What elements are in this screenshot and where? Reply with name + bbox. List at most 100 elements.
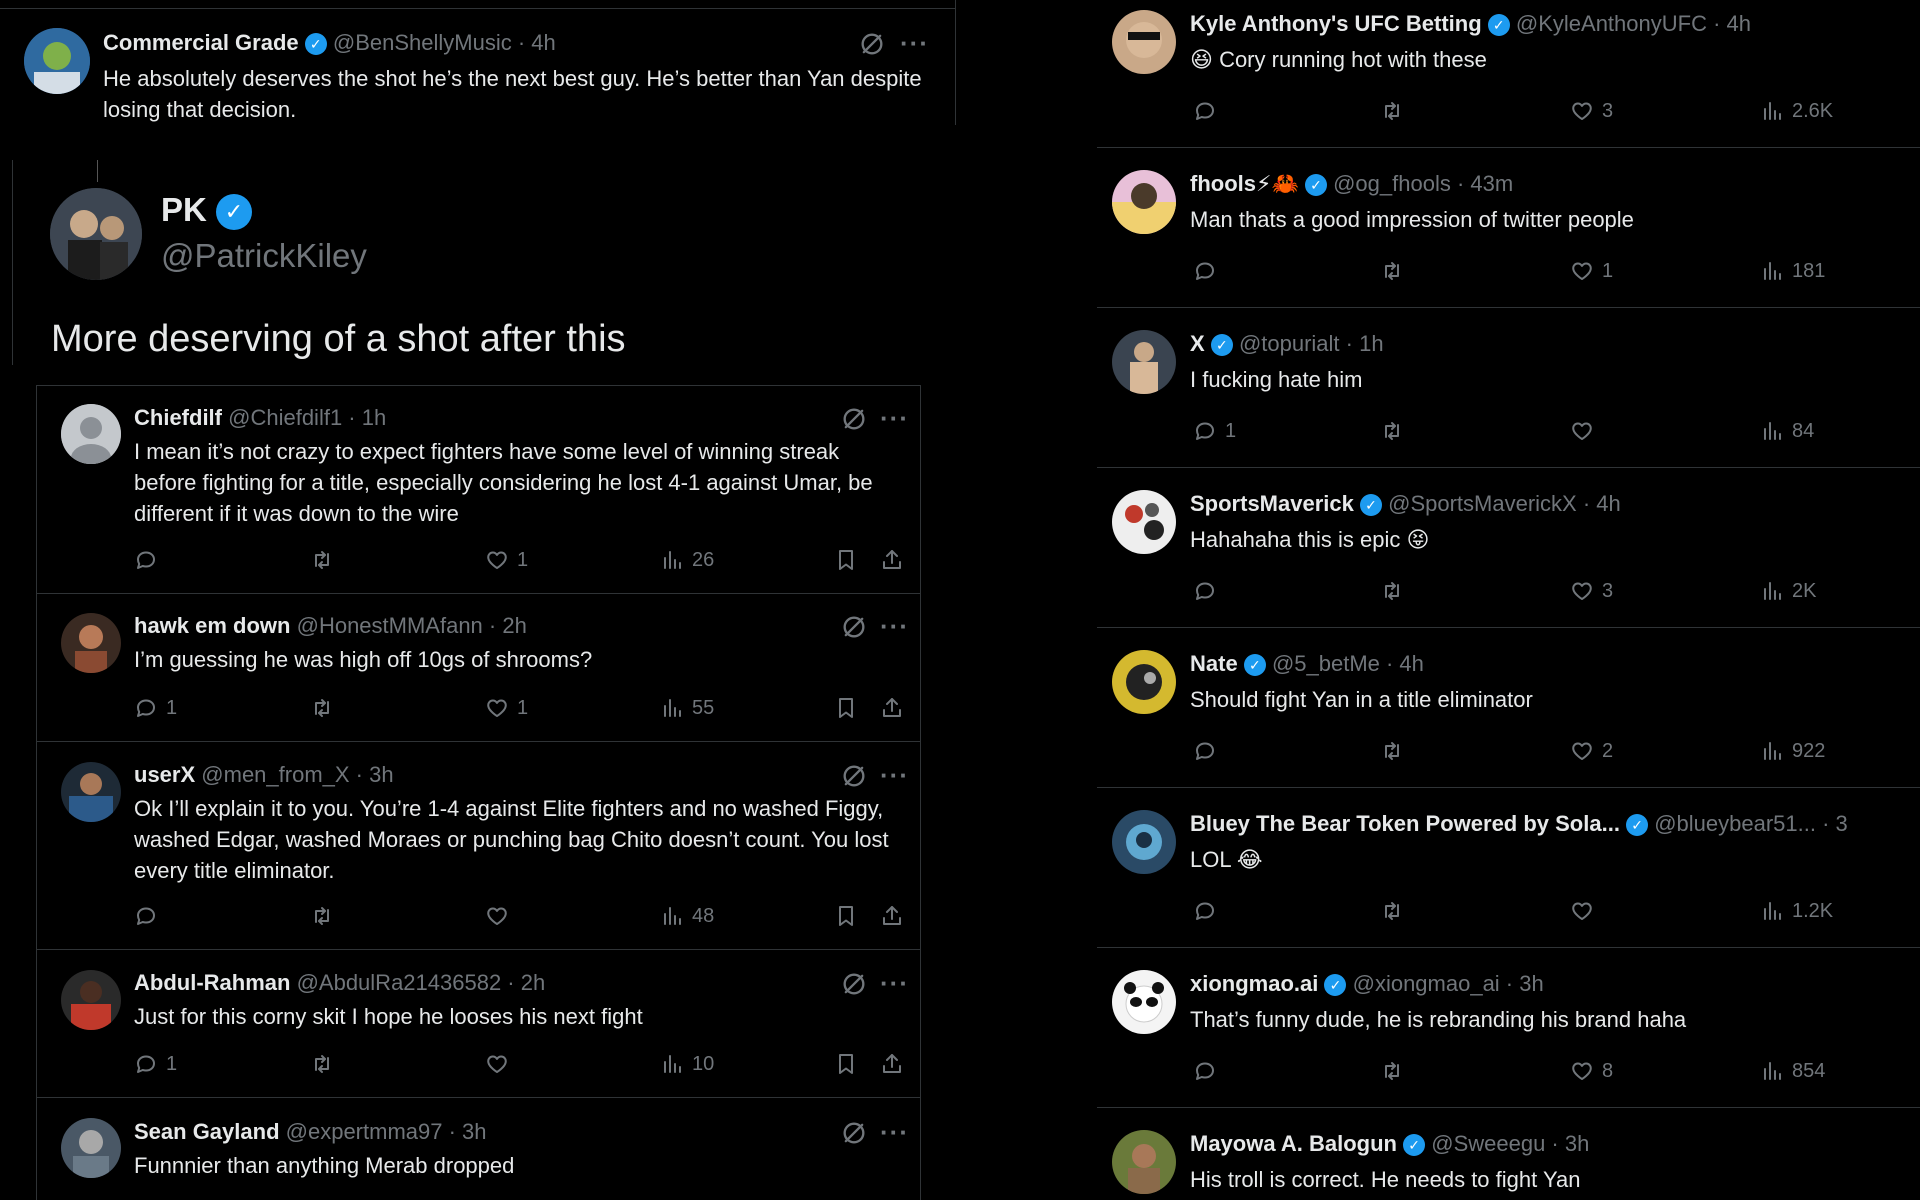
- views-button[interactable]: 55: [660, 696, 714, 720]
- display-name[interactable]: Sean Gayland: [134, 1119, 280, 1144]
- avatar[interactable]: [1112, 490, 1176, 554]
- more-icon[interactable]: ···: [900, 30, 929, 56]
- handle-time[interactable]: @expertmma97 · 3h: [286, 1119, 487, 1144]
- views-button[interactable]: 48: [660, 904, 714, 928]
- reply-button[interactable]: [134, 904, 166, 928]
- display-name[interactable]: Mayowa A. Balogun: [1190, 1131, 1397, 1156]
- grok-icon[interactable]: [840, 762, 868, 790]
- reply-button[interactable]: 1: [134, 1052, 177, 1076]
- display-name[interactable]: X: [1190, 331, 1205, 356]
- like-button[interactable]: 3: [1570, 579, 1613, 603]
- bookmark-button[interactable]: [834, 1052, 858, 1076]
- handle-time[interactable]: @xiongmao_ai · 3h: [1353, 971, 1544, 996]
- handle-time[interactable]: @AbdulRa21436582 · 2h: [297, 970, 546, 995]
- display-name[interactable]: fhools: [1190, 171, 1256, 196]
- share-button[interactable]: [880, 904, 904, 928]
- avatar[interactable]: [61, 762, 121, 822]
- reply-button[interactable]: [1193, 579, 1217, 603]
- display-name[interactable]: Abdul-Rahman: [134, 970, 290, 995]
- display-name[interactable]: hawk em down: [134, 613, 290, 638]
- display-name[interactable]: Nate: [1190, 651, 1238, 676]
- like-button[interactable]: 1: [1570, 259, 1613, 283]
- more-icon[interactable]: ···: [880, 762, 909, 788]
- quoted-display-name[interactable]: PK: [161, 191, 207, 228]
- grok-icon[interactable]: [840, 970, 868, 998]
- avatar[interactable]: [1112, 330, 1176, 394]
- views-button[interactable]: 84: [1760, 419, 1814, 443]
- avatar[interactable]: [61, 1118, 121, 1178]
- avatar[interactable]: [1112, 170, 1176, 234]
- grok-icon[interactable]: [840, 613, 868, 641]
- handle-time[interactable]: @Chiefdilf1 · 1h: [228, 405, 386, 430]
- views-button[interactable]: 26: [660, 548, 714, 572]
- views-button[interactable]: 2.6K: [1760, 99, 1833, 123]
- avatar[interactable]: [61, 970, 121, 1030]
- retweet-button[interactable]: [310, 696, 334, 720]
- bookmark-button[interactable]: [834, 548, 858, 572]
- display-name[interactable]: Kyle Anthony's UFC Betting: [1190, 11, 1482, 36]
- like-button[interactable]: 2: [1570, 739, 1613, 763]
- grok-icon[interactable]: [858, 30, 886, 58]
- handle-time[interactable]: @og_fhools · 43m: [1333, 171, 1513, 196]
- retweet-button[interactable]: [1380, 259, 1404, 283]
- handle-time[interactable]: @KyleAnthonyUFC · 4h: [1516, 11, 1751, 36]
- like-button[interactable]: 3: [1570, 99, 1613, 123]
- views-button[interactable]: 854: [1760, 1059, 1825, 1083]
- like-button[interactable]: [1570, 899, 1594, 923]
- more-icon[interactable]: ···: [880, 970, 909, 996]
- display-name[interactable]: userX: [134, 762, 195, 787]
- reply-button[interactable]: 1: [134, 696, 177, 720]
- quoted-avatar[interactable]: [50, 188, 142, 280]
- retweet-button[interactable]: [1380, 579, 1404, 603]
- reply-button[interactable]: [1193, 259, 1217, 283]
- bookmark-button[interactable]: [834, 696, 858, 720]
- quoted-handle[interactable]: @PatrickKiley: [161, 236, 367, 276]
- grok-icon[interactable]: [840, 1119, 868, 1147]
- avatar[interactable]: [1112, 970, 1176, 1034]
- views-button[interactable]: 922: [1760, 739, 1825, 763]
- avatar[interactable]: [1112, 10, 1176, 74]
- views-button[interactable]: 2K: [1760, 579, 1816, 603]
- like-button[interactable]: 1: [485, 696, 528, 720]
- display-name[interactable]: Chiefdilf: [134, 405, 222, 430]
- handle-time[interactable]: @BenShellyMusic · 4h: [333, 30, 556, 55]
- share-button[interactable]: [880, 548, 904, 572]
- avatar[interactable]: [1112, 1130, 1176, 1194]
- display-name[interactable]: xiongmao.ai: [1190, 971, 1318, 996]
- like-button[interactable]: [485, 904, 517, 928]
- more-icon[interactable]: ···: [880, 1119, 909, 1145]
- handle-time[interactable]: @Sweeegu · 3h: [1431, 1131, 1589, 1156]
- avatar[interactable]: [1112, 650, 1176, 714]
- handle-time[interactable]: @blueybear51... · 3: [1654, 811, 1848, 836]
- reply-button[interactable]: 1: [1193, 419, 1236, 443]
- avatar[interactable]: [61, 613, 121, 673]
- like-button[interactable]: [1570, 419, 1594, 443]
- like-button[interactable]: 8: [1570, 1059, 1613, 1083]
- retweet-button[interactable]: [310, 904, 334, 928]
- handle-time[interactable]: @SportsMaverickX · 4h: [1388, 491, 1621, 516]
- retweet-button[interactable]: [1380, 739, 1404, 763]
- handle-time[interactable]: @topurialt · 1h: [1239, 331, 1384, 356]
- like-button[interactable]: [485, 1052, 517, 1076]
- reply-button[interactable]: [1193, 739, 1217, 763]
- retweet-button[interactable]: [1380, 99, 1404, 123]
- display-name[interactable]: Commercial Grade: [103, 30, 299, 55]
- avatar[interactable]: [1112, 810, 1176, 874]
- more-icon[interactable]: ···: [880, 613, 909, 639]
- like-button[interactable]: 1: [485, 548, 528, 572]
- retweet-button[interactable]: [310, 548, 334, 572]
- avatar[interactable]: [61, 404, 121, 464]
- grok-icon[interactable]: [840, 405, 868, 433]
- retweet-button[interactable]: [1380, 899, 1404, 923]
- handle-time[interactable]: @men_from_X · 3h: [201, 762, 393, 787]
- views-button[interactable]: 181: [1760, 259, 1825, 283]
- display-name[interactable]: Bluey The Bear Token Powered by Sola...: [1190, 811, 1620, 836]
- bookmark-button[interactable]: [834, 904, 858, 928]
- handle-time[interactable]: @5_betMe · 4h: [1272, 651, 1424, 676]
- avatar[interactable]: [24, 28, 90, 94]
- more-icon[interactable]: ···: [880, 405, 909, 431]
- handle-time[interactable]: @HonestMMAfann · 2h: [297, 613, 527, 638]
- reply-button[interactable]: [134, 548, 166, 572]
- reply-button[interactable]: [1193, 99, 1217, 123]
- share-button[interactable]: [880, 696, 904, 720]
